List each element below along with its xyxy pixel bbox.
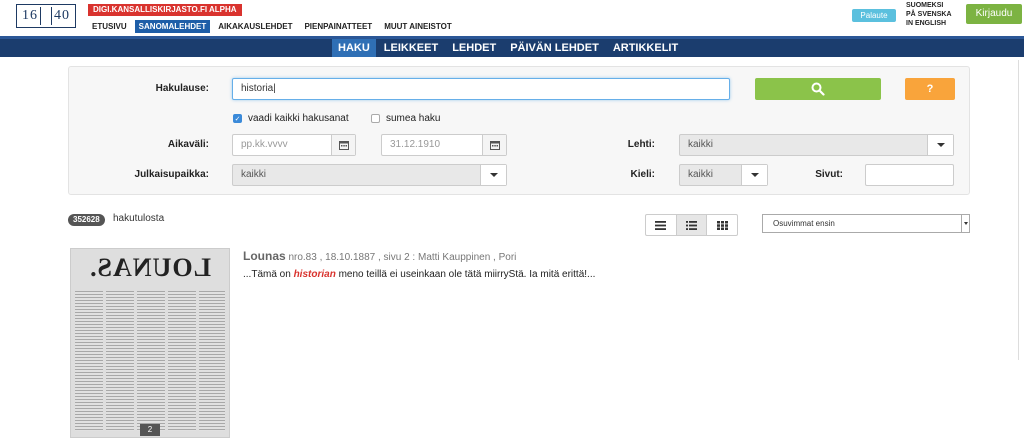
place-value: kaikki xyxy=(241,169,267,180)
top-nav: ETUSIVU SANOMALEHDET AIKAKAUSLEHDET PIEN… xyxy=(88,20,456,33)
magnifier-icon xyxy=(811,82,825,96)
result-meta: nro.83 , 18.10.1887 , sivu 2 : Matti Kau… xyxy=(288,252,517,263)
list-compact-icon xyxy=(655,220,667,230)
search-panel: Hakulause: historia| ? ✓ vaadi kaikki ha… xyxy=(68,66,970,195)
nav-pienpainatteet[interactable]: PIENPAINATTEET xyxy=(300,20,376,33)
paper-label: Lehti: xyxy=(627,139,655,150)
language-value: kaikki xyxy=(688,169,714,180)
search-input[interactable]: historia| xyxy=(232,78,730,100)
result-thumbnail[interactable]: LOUNAS. xyxy=(70,248,230,438)
place-label: Julkaisupaikka: xyxy=(134,169,209,180)
view-compact-button[interactable] xyxy=(646,215,677,235)
feedback-button[interactable]: Palaute xyxy=(852,9,896,22)
all-terms-checkbox[interactable]: ✓ vaadi kaikki hakusanat xyxy=(233,113,349,124)
tab-lehdet[interactable]: LEHDET xyxy=(446,39,502,57)
logo-separator xyxy=(40,7,52,25)
language-label: Kieli: xyxy=(630,169,655,180)
top-header: 16 40 DIGI.KANSALLISKIRJASTO.FI ALPHA ET… xyxy=(0,0,1024,36)
date-from-field[interactable]: pp.kk.vvvv xyxy=(232,134,356,156)
section-nav: HAKU LEIKKEET LEHDET PÄIVÄN LEHDET ARTIK… xyxy=(332,39,686,57)
result-count-badge: 352628 xyxy=(68,214,105,226)
calendar-icon[interactable] xyxy=(331,135,355,155)
fuzzy-checkbox[interactable]: sumea haku xyxy=(371,113,440,124)
snippet-before: ...Tämä on xyxy=(243,269,294,280)
logo-left-number: 16 xyxy=(22,8,38,23)
result-paper-name[interactable]: Lounas xyxy=(243,249,286,263)
help-button[interactable]: ? xyxy=(905,78,955,100)
date-from-placeholder: pp.kk.vvvv xyxy=(241,139,288,150)
lang-finnish[interactable]: SUOMEKSI xyxy=(906,1,952,10)
nav-sanomalehdet[interactable]: SANOMALEHDET xyxy=(134,20,211,33)
site-logo[interactable]: 16 40 xyxy=(16,4,76,28)
view-mode-toggle xyxy=(645,214,738,236)
check-icon: ✓ xyxy=(233,114,242,123)
calendar-icon[interactable] xyxy=(482,135,506,155)
language-selector: SUOMEKSI PÅ SVENSKA IN ENGLISH xyxy=(906,1,952,28)
result-snippet: ...Tämä on historian meno teillä ei usei… xyxy=(243,269,595,280)
period-label: Aikaväli: xyxy=(167,139,209,150)
pages-label: Sivut: xyxy=(815,169,843,180)
view-grid-button[interactable] xyxy=(707,215,737,235)
place-select[interactable]: kaikki xyxy=(232,164,507,186)
date-to-field[interactable]: 31.12.1910 xyxy=(381,134,507,156)
tab-haku[interactable]: HAKU xyxy=(332,39,376,57)
all-terms-label: vaadi kaikki hakusanat xyxy=(248,113,349,124)
result-title[interactable]: Lounas nro.83 , 18.10.1887 , sivu 2 : Ma… xyxy=(243,249,516,263)
logo-right-number: 40 xyxy=(54,8,70,23)
search-button[interactable] xyxy=(755,78,881,100)
login-button[interactable]: Kirjaudu xyxy=(966,4,1022,24)
thumbnail-masthead: LOUNAS. xyxy=(89,253,211,282)
sort-value: Osuvimmat ensin xyxy=(773,219,835,228)
snippet-highlight: historian xyxy=(293,269,336,280)
paper-select[interactable]: kaikki xyxy=(679,134,954,156)
scrollbar-edge xyxy=(1018,60,1019,360)
tab-leikkeet[interactable]: LEIKKEET xyxy=(378,39,444,57)
lang-english[interactable]: IN ENGLISH xyxy=(906,19,952,28)
lang-swedish[interactable]: PÅ SVENSKA xyxy=(906,10,952,19)
language-select[interactable]: kaikki xyxy=(679,164,768,186)
nav-aikakauslehdet[interactable]: AIKAKAUSLEHDET xyxy=(214,20,296,33)
pages-input[interactable] xyxy=(865,164,954,186)
view-list-button[interactable] xyxy=(676,215,708,235)
query-label: Hakulause: xyxy=(155,83,209,94)
paper-value: kaikki xyxy=(688,139,714,150)
site-badge[interactable]: DIGI.KANSALLISKIRJASTO.FI ALPHA xyxy=(88,4,242,16)
section-nav-bar: HAKU LEIKKEET LEHDET PÄIVÄN LEHDET ARTIK… xyxy=(0,36,1024,57)
thumbnail-columns xyxy=(75,291,225,431)
chevron-down-icon xyxy=(741,165,767,185)
snippet-after: meno teillä ei useinkaan ole tätä miirry… xyxy=(335,269,596,280)
list-detail-icon xyxy=(686,220,697,230)
date-to-value: 31.12.1910 xyxy=(390,139,441,150)
tab-artikkelit[interactable]: ARTIKKELIT xyxy=(607,39,684,57)
chevron-down-icon xyxy=(961,215,969,232)
nav-etusivu[interactable]: ETUSIVU xyxy=(88,20,131,33)
checkbox-icon xyxy=(371,114,380,123)
tab-paivan-lehdet[interactable]: PÄIVÄN LEHDET xyxy=(504,39,605,57)
page-number-badge: 2 xyxy=(140,424,160,436)
result-count-text: hakutulosta xyxy=(113,213,165,224)
sort-select[interactable]: Osuvimmat ensin xyxy=(762,214,970,233)
chevron-down-icon xyxy=(480,165,506,185)
fuzzy-label: sumea haku xyxy=(386,113,441,124)
grid-icon xyxy=(716,220,728,230)
chevron-down-icon xyxy=(927,135,953,155)
nav-muut-aineistot[interactable]: MUUT AINEISTOT xyxy=(380,20,456,33)
